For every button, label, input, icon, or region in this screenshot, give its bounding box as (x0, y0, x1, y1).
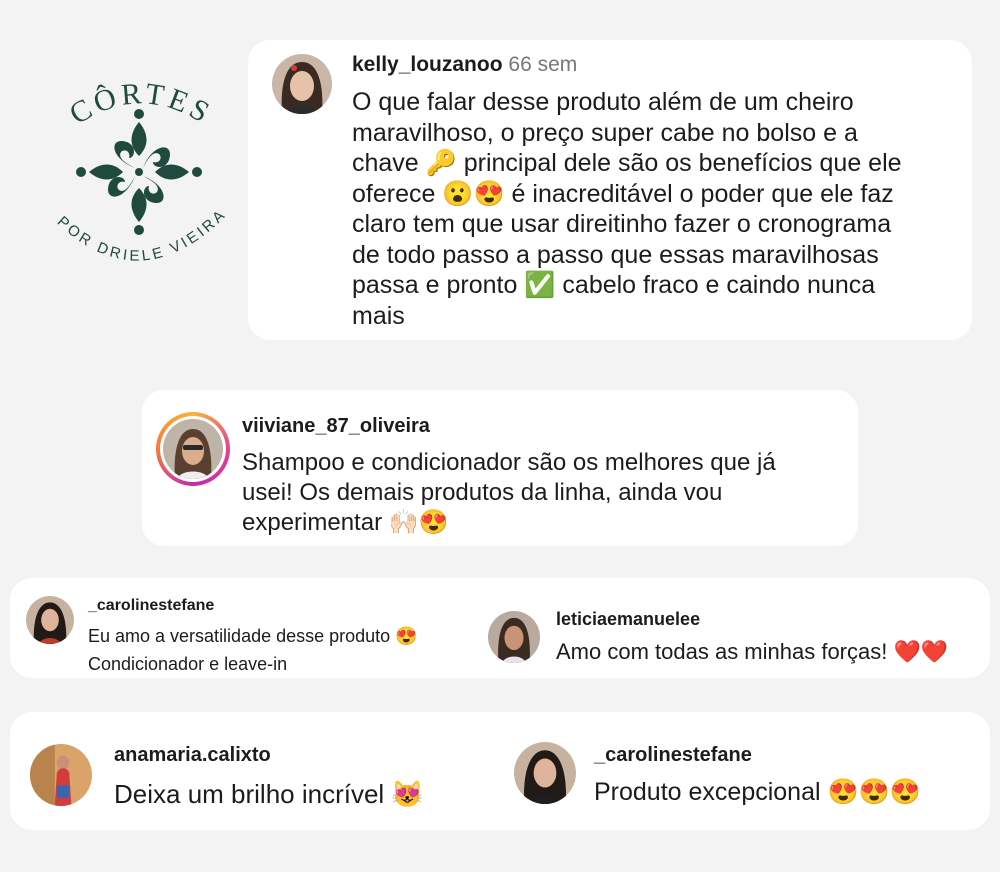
avatar-story-ring[interactable] (156, 412, 230, 486)
comment-username[interactable]: kelly_louzanoo 66 sem (352, 53, 577, 77)
comment-card: anamaria.calixto Deixa um brilho incríve… (10, 712, 990, 830)
comment-text: Eu amo a versatilidade desse produto 😍 C… (88, 626, 418, 674)
comment-text: Produto excepcional 😍😍😍 (594, 778, 921, 806)
avatar[interactable] (272, 54, 332, 114)
avatar[interactable] (26, 596, 74, 644)
avatar[interactable] (30, 744, 92, 806)
comment-username[interactable]: anamaria.calixto (114, 744, 271, 767)
avatar[interactable] (488, 611, 540, 663)
comment-text: Shampoo e condicionador são os melhores … (242, 449, 776, 536)
svg-text:CÔRTES: CÔRTES (64, 77, 218, 131)
comment-card: _carolinestefane Eu amo a versatilidade … (10, 578, 990, 678)
comment-username[interactable]: _carolinestefane (88, 597, 214, 615)
brand-logo: CÔRTES POR DRIELE VIEIRA (36, 66, 246, 306)
comment-text: Deixa um brilho incrível 😻 (114, 779, 424, 809)
comment-username[interactable]: _carolinestefane (594, 744, 752, 767)
comment-username[interactable]: viiviane_87_oliveira (242, 415, 430, 438)
comment-text: O que falar desse produto além de um che… (352, 88, 902, 330)
comment-username[interactable]: leticiaemanuelee (556, 609, 700, 630)
avatar[interactable] (514, 742, 576, 804)
comment-text: Amo com todas as minhas forças! ❤️❤️ (556, 639, 949, 664)
username-text[interactable]: kelly_louzanoo (352, 53, 503, 76)
comment-card: kelly_louzanoo 66 sem O que falar desse … (248, 40, 972, 340)
logo-brand-text: CÔRTES (64, 77, 214, 131)
comment-time: 66 sem (508, 53, 578, 76)
comment-card: viiviane_87_oliveira Shampoo e condicion… (142, 390, 858, 546)
ornament-icon (76, 109, 202, 235)
